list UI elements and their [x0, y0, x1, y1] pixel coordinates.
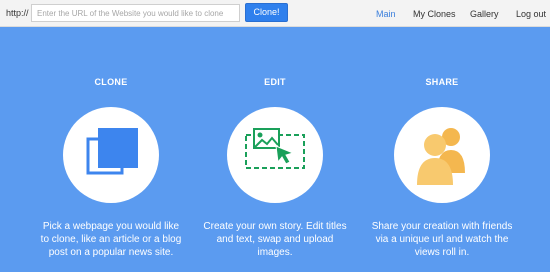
nav-my-clones[interactable]: My Clones — [413, 9, 456, 19]
nav-main[interactable]: Main — [376, 9, 396, 19]
top-bar: http:// Clone! Main My Clones Gallery Lo… — [0, 0, 550, 27]
feature-title: CLONE — [94, 77, 128, 87]
feature-description: Create your own story. Edit titles and t… — [203, 221, 347, 258]
feature-edit: EDIT Create your own story. Edit titles … — [190, 76, 360, 259]
feature-title: SHARE — [425, 77, 459, 87]
nav-gallery[interactable]: Gallery — [470, 9, 499, 19]
url-input[interactable] — [31, 4, 240, 22]
clone-button[interactable]: Clone! — [245, 3, 288, 22]
users-icon — [417, 128, 465, 185]
feature-clone: CLONE Pick a webpage you would like to c… — [26, 76, 196, 259]
feature-description: Pick a webpage you would like to clone, … — [40, 221, 182, 258]
url-prefix: http:// — [6, 8, 29, 18]
feature-share: SHARE Share your creation with friends v… — [357, 76, 527, 259]
feature-circle — [227, 107, 323, 203]
clone-icon — [86, 128, 138, 175]
nav-log-out[interactable]: Log out — [516, 9, 546, 19]
feature-circle — [63, 107, 159, 203]
feature-circle — [394, 107, 490, 203]
feature-description: Share your creation with friends via a u… — [371, 221, 513, 258]
edit-image-icon — [245, 128, 305, 169]
feature-title: EDIT — [264, 77, 286, 87]
